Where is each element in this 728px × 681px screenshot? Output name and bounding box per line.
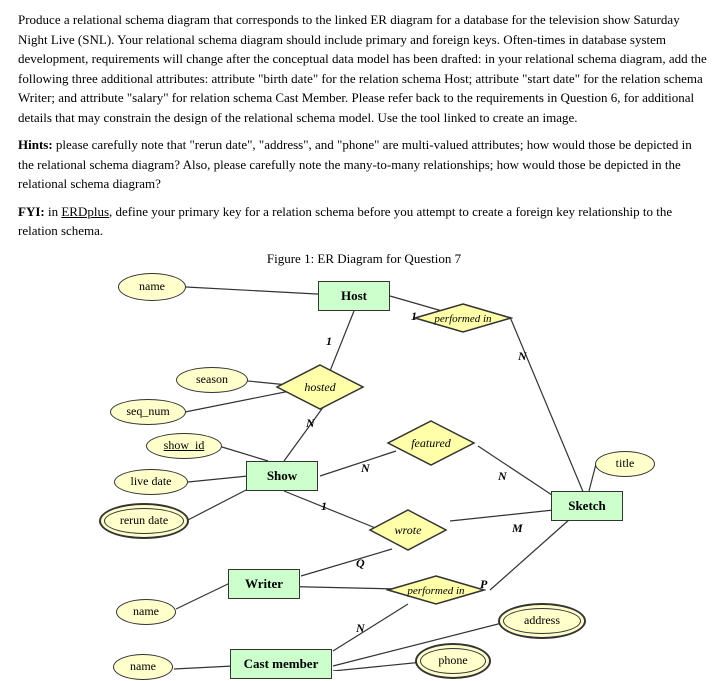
er-diagram: Figure 1: ER Diagram for Question 7 [18,251,710,671]
diagram-title: Figure 1: ER Diagram for Question 7 [18,251,710,267]
card-N-featured-sketch: N [498,469,507,484]
card-1-wrote-show: 1 [321,499,327,514]
attr-seq-num: seq_num [110,399,186,425]
rel-performed-in-bot: performed in [386,574,486,610]
attr-title: title [595,451,655,477]
attr-season: season [176,367,248,393]
hints-paragraph: Hints: please carefully note that "rerun… [18,135,710,194]
card-N-perfin-cast: N [356,621,365,636]
rel-performed-in-top: performed in [413,302,513,338]
main-paragraph: Produce a relational schema diagram that… [18,10,710,127]
svg-text:wrote: wrote [395,523,423,537]
svg-text:performed in: performed in [433,313,492,325]
attr-live-date: live date [114,469,188,495]
attr-cast-name: name [113,654,173,680]
svg-text:hosted: hosted [304,380,336,394]
card-N-perfin-sketch: N [518,349,527,364]
entity-writer: Writer [228,569,300,599]
attr-writer-name: name [116,599,176,625]
card-M-wrote-sketch: M [512,521,523,536]
svg-text:performed in: performed in [406,585,465,597]
attr-phone: phone [420,648,486,674]
card-N-hosted-show: N [306,416,315,431]
attr-host-name: name [118,273,186,301]
attr-rerun-date: rerun date [104,508,184,534]
entity-sketch: Sketch [551,491,623,521]
entity-cast-member: Cast member [230,649,332,679]
attr-show-id: show_id [146,433,222,459]
card-1-hosted-host: 1 [326,334,332,349]
attr-address: address [503,608,581,634]
rel-wrote: wrote [368,508,448,556]
card-1-perfin-host: 1 [411,309,417,324]
card-N-featured-show: N [361,461,370,476]
entity-host: Host [318,281,390,311]
rel-featured: featured [386,419,476,471]
rel-hosted: hosted [275,363,365,415]
description-block: Produce a relational schema diagram that… [18,10,710,241]
fyi-paragraph: FYI: in ERDplus, define your primary key… [18,202,710,241]
card-P-perfin-sketch: P [480,577,487,592]
svg-text:featured: featured [411,436,452,450]
card-Q-wrote-writer: Q [356,556,365,571]
entity-show: Show [246,461,318,491]
